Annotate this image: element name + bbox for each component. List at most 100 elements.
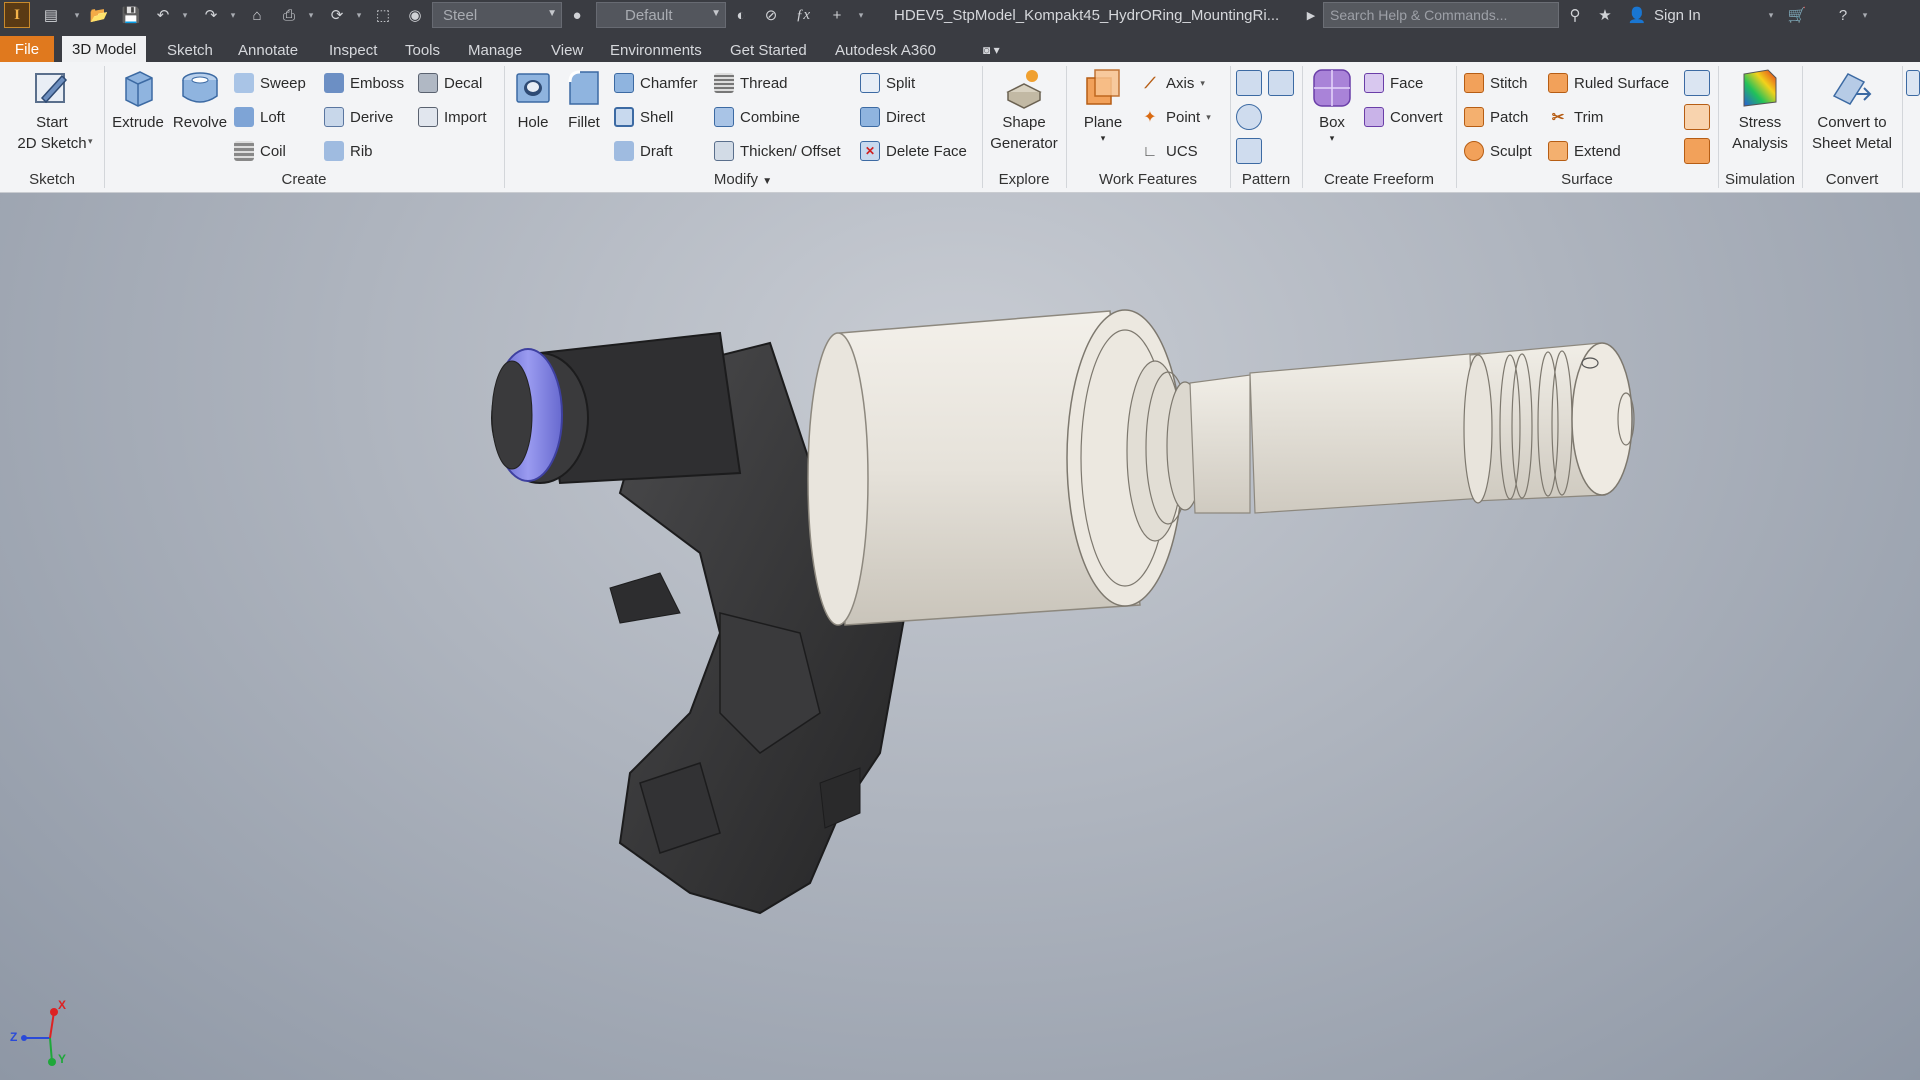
thread-button[interactable]: Thread (714, 70, 788, 96)
stress-analysis-button[interactable]: Stress Analysis (1722, 66, 1798, 154)
clear-appearance-icon[interactable]: ⊘ (760, 5, 782, 25)
select-icon[interactable]: ⬚ (372, 5, 394, 25)
open-folder-icon[interactable]: 📂 (88, 5, 110, 25)
save-icon[interactable]: 💾 (120, 5, 142, 25)
plane-dropdown-icon[interactable]: ▾ (1101, 133, 1106, 143)
injector-nozzle[interactable] (1189, 342, 1635, 514)
material-globe-icon[interactable]: ◉ (404, 5, 426, 25)
ribbon-display-toggle-icon[interactable]: ◙ ▾ (983, 38, 1000, 62)
point-button[interactable]: ✦ Point ▾ (1140, 104, 1211, 130)
chamfer-button[interactable]: Chamfer (614, 70, 698, 96)
ruled-surface-button[interactable]: Ruled Surface (1548, 70, 1669, 96)
user-icon[interactable]: 👤 (1626, 5, 1648, 25)
freeform-convert-button[interactable]: Convert (1364, 104, 1443, 130)
surface-tools-icon[interactable] (1684, 138, 1710, 164)
patch-button[interactable]: Patch (1464, 104, 1528, 130)
tab-file[interactable]: File (0, 36, 54, 62)
new-dropdown-icon[interactable]: ▾ (72, 6, 82, 24)
sweep-button[interactable]: Sweep (234, 70, 306, 96)
tab-3d-model[interactable]: 3D Model (62, 36, 147, 62)
import-button[interactable]: Import (418, 104, 487, 130)
delete-face-button[interactable]: ✕ Delete Face (860, 138, 967, 164)
graphics-viewport[interactable]: Z X Y (0, 193, 1920, 1080)
start-sketch-dropdown-icon[interactable]: ▾ (88, 136, 93, 147)
derive-button[interactable]: Derive (324, 104, 393, 130)
revolve-button[interactable]: Revolve (170, 66, 230, 133)
app-logo[interactable]: I (4, 2, 30, 28)
tab-autodesk-a360[interactable]: Autodesk A360 (835, 38, 936, 62)
appearance-icon[interactable]: ● (566, 5, 588, 25)
parameters-fx-icon[interactable]: ƒx (792, 5, 814, 25)
tab-sketch[interactable]: Sketch (167, 38, 213, 62)
repair-bodies-icon[interactable] (1684, 70, 1710, 96)
appearance-dropdown[interactable]: Default ▼ (596, 2, 726, 28)
print-dropdown-icon[interactable]: ▾ (306, 6, 316, 24)
tab-get-started[interactable]: Get Started (730, 38, 807, 62)
decal-button[interactable]: Decal (418, 70, 482, 96)
shape-generator-button[interactable]: Shape Generator (984, 66, 1064, 154)
plane-button[interactable]: Plane ▾ (1072, 66, 1134, 143)
sculpt-button[interactable]: Sculpt (1464, 138, 1532, 164)
combine-button[interactable]: Combine (714, 104, 800, 130)
new-file-icon[interactable]: ▤ (40, 5, 62, 25)
freeform-face-button[interactable]: Face (1364, 70, 1423, 96)
axis-button[interactable]: ⟋ Axis ▾ (1140, 70, 1205, 96)
convert-to-sheet-metal-button[interactable]: Convert to Sheet Metal (1804, 66, 1900, 154)
extrude-button[interactable]: Extrude (110, 66, 166, 133)
undo-icon[interactable]: ↶ (152, 5, 174, 25)
search-binoculars-icon[interactable]: ⚲ (1564, 5, 1586, 25)
axis-dropdown-icon[interactable]: ▾ (1200, 78, 1205, 89)
help-icon[interactable]: ? (1832, 5, 1854, 25)
tab-inspect[interactable]: Inspect (329, 38, 377, 62)
customize-toolbar-icon[interactable]: ▾ (856, 6, 866, 24)
box-button[interactable]: Box ▾ (1306, 66, 1358, 143)
tab-manage[interactable]: Manage (468, 38, 522, 62)
sign-in-dropdown-icon[interactable]: ▾ (1766, 6, 1776, 24)
material-dropdown[interactable]: Steel ▼ (432, 2, 562, 28)
search-input[interactable]: Search Help & Commands... (1323, 2, 1559, 28)
rib-button[interactable]: Rib (324, 138, 373, 164)
tab-tools[interactable]: Tools (405, 38, 440, 62)
coil-button[interactable]: Coil (234, 138, 286, 164)
start-2d-sketch-button[interactable]: Start 2D Sketch (14, 66, 90, 154)
update-dropdown-icon[interactable]: ▾ (354, 6, 364, 24)
split-button[interactable]: Split (860, 70, 915, 96)
help-dropdown-icon[interactable]: ▾ (1860, 6, 1870, 24)
sketch-driven-pattern-icon[interactable] (1236, 138, 1262, 164)
update-icon[interactable]: ⟳ (326, 5, 348, 25)
view-triad[interactable]: Z X Y (10, 998, 80, 1068)
extend-button[interactable]: Extend (1548, 138, 1621, 164)
sign-in-button[interactable]: Sign In (1654, 0, 1701, 30)
mirror-icon[interactable] (1268, 70, 1294, 96)
star-icon[interactable]: ★ (1594, 5, 1616, 25)
ribbon-overflow-icon[interactable] (1906, 70, 1920, 96)
box-dropdown-icon[interactable]: ▾ (1330, 133, 1335, 143)
stitch-button[interactable]: Stitch (1464, 70, 1528, 96)
print-icon[interactable]: ⎙ (278, 5, 300, 25)
ucs-button[interactable]: ∟ UCS (1140, 138, 1198, 164)
adjust-appearance-icon[interactable]: ◐ (730, 5, 752, 25)
shell-button[interactable]: Shell (614, 104, 673, 130)
redo-icon[interactable]: ↷ (200, 5, 222, 25)
injector-model[interactable] (0, 193, 1920, 1080)
trim-button[interactable]: ✂ Trim (1548, 104, 1604, 130)
tab-view[interactable]: View (551, 38, 583, 62)
tab-environments[interactable]: Environments (610, 38, 702, 62)
tab-annotate[interactable]: Annotate (238, 38, 298, 62)
redo-dropdown-icon[interactable]: ▾ (228, 6, 238, 24)
cart-icon[interactable]: 🛒 (1786, 5, 1808, 25)
rectangular-pattern-icon[interactable] (1236, 70, 1262, 96)
title-overflow-arrow-icon[interactable]: ▶ (1300, 5, 1322, 25)
undo-dropdown-icon[interactable]: ▾ (180, 6, 190, 24)
o-ring[interactable] (491, 348, 563, 482)
panel-title-modify[interactable]: Modify ▼ (504, 171, 982, 191)
emboss-button[interactable]: Emboss (324, 70, 404, 96)
fit-mesh-face-icon[interactable] (1684, 104, 1710, 130)
draft-button[interactable]: Draft (614, 138, 673, 164)
add-icon[interactable]: + (826, 5, 848, 25)
point-dropdown-icon[interactable]: ▾ (1206, 112, 1211, 123)
hole-button[interactable]: Hole (510, 66, 556, 133)
fillet-button[interactable]: Fillet (560, 66, 608, 133)
circular-pattern-icon[interactable] (1236, 104, 1262, 130)
injector-body[interactable] (807, 309, 1204, 626)
